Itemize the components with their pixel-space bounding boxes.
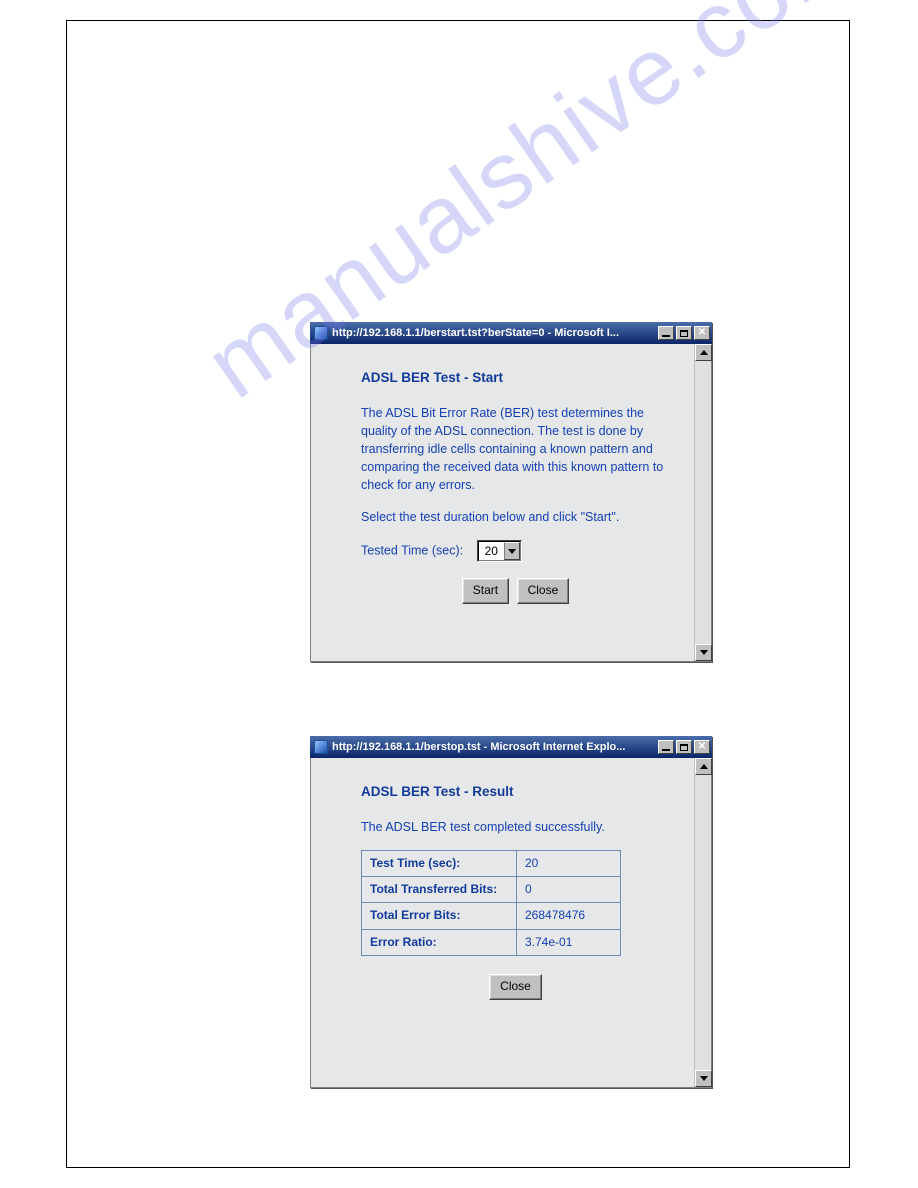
browser-window-result: http://192.168.1.1/berstop.tst - Microso… [310, 736, 712, 1088]
close-window-button[interactable]: ✕ [694, 740, 710, 754]
client-area: ADSL BER Test - Result The ADSL BER test… [310, 758, 712, 1088]
minimize-button[interactable] [658, 740, 674, 754]
result-key: Total Transferred Bits: [362, 877, 517, 903]
description-text: The ADSL Bit Error Rate (BER) test deter… [361, 404, 670, 495]
result-table: Test Time (sec): 20 Total Transferred Bi… [361, 850, 621, 957]
maximize-button[interactable] [676, 740, 692, 754]
close-window-button[interactable]: ✕ [694, 326, 710, 340]
minimize-button[interactable] [658, 326, 674, 340]
titlebar: http://192.168.1.1/berstop.tst - Microso… [310, 736, 712, 758]
page-heading: ADSL BER Test - Start [361, 368, 670, 388]
result-val: 3.74e-01 [517, 929, 621, 955]
table-row: Error Ratio: 3.74e-01 [362, 929, 621, 955]
tested-time-label: Tested Time (sec): [361, 544, 463, 558]
instruction-text: Select the test duration below and click… [361, 508, 670, 526]
result-key: Error Ratio: [362, 929, 517, 955]
close-button[interactable]: Close [489, 974, 542, 999]
page-content: ADSL BER Test - Result The ADSL BER test… [311, 758, 694, 1087]
scroll-up-button[interactable] [695, 344, 712, 361]
result-val: 268478476 [517, 903, 621, 929]
browser-window-start: http://192.168.1.1/berstart.tst?berState… [310, 322, 712, 662]
description-text: The ADSL BER test completed successfully… [361, 818, 670, 836]
result-val: 20 [517, 850, 621, 876]
button-row: Close [361, 974, 670, 999]
tested-time-row: Tested Time (sec): 20 [361, 540, 670, 562]
page-content: ADSL BER Test - Start The ADSL Bit Error… [311, 344, 694, 661]
vertical-scrollbar[interactable] [694, 344, 711, 661]
scroll-up-button[interactable] [695, 758, 712, 775]
client-area: ADSL BER Test - Start The ADSL Bit Error… [310, 344, 712, 662]
result-val: 0 [517, 877, 621, 903]
result-key: Test Time (sec): [362, 850, 517, 876]
scroll-down-button[interactable] [695, 1070, 712, 1087]
close-button[interactable]: Close [517, 578, 570, 603]
maximize-button[interactable] [676, 326, 692, 340]
page-heading: ADSL BER Test - Result [361, 782, 670, 802]
document-page: manualshive.com http://192.168.1.1/berst… [0, 0, 918, 1188]
dropdown-button[interactable] [504, 542, 520, 560]
ie-icon [314, 326, 328, 340]
table-row: Test Time (sec): 20 [362, 850, 621, 876]
window-controls: ✕ [658, 326, 710, 340]
table-row: Total Error Bits: 268478476 [362, 903, 621, 929]
titlebar: http://192.168.1.1/berstart.tst?berState… [310, 322, 712, 344]
button-row: Start Close [361, 578, 670, 603]
result-key: Total Error Bits: [362, 903, 517, 929]
scroll-down-button[interactable] [695, 644, 712, 661]
page-border: manualshive.com http://192.168.1.1/berst… [66, 20, 850, 1168]
start-button[interactable]: Start [462, 578, 509, 603]
tested-time-select[interactable]: 20 [477, 540, 522, 562]
table-row: Total Transferred Bits: 0 [362, 877, 621, 903]
window-controls: ✕ [658, 740, 710, 754]
vertical-scrollbar[interactable] [694, 758, 711, 1087]
ie-icon [314, 740, 328, 754]
tested-time-value: 20 [479, 543, 504, 560]
window-title: http://192.168.1.1/berstop.tst - Microso… [332, 741, 658, 753]
window-title: http://192.168.1.1/berstart.tst?berState… [332, 327, 658, 339]
